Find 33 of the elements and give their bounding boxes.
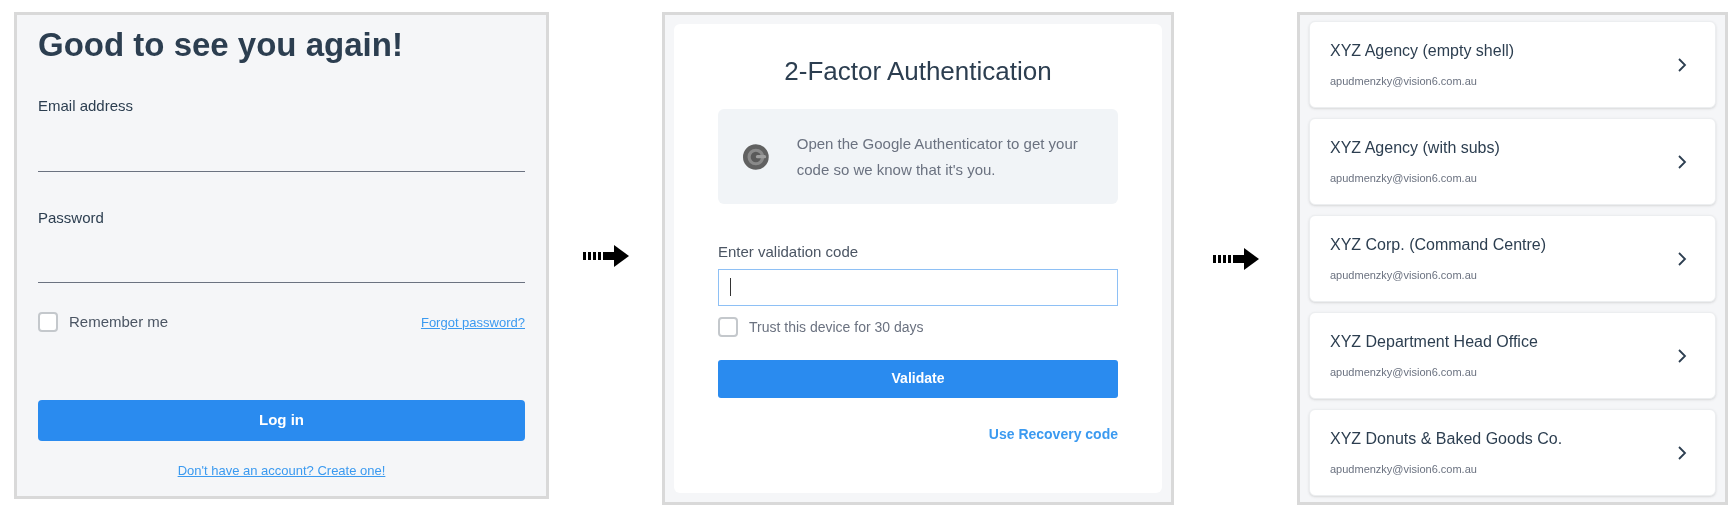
chevron-right-icon [1677, 347, 1687, 364]
account-name: XYZ Agency (with subs) [1330, 138, 1501, 159]
account-email: apudmenzky@vision6.com.au [1330, 365, 1478, 381]
info-text: Open the Google Authenticator to get your code so we know that it's you. [796, 133, 1079, 180]
checkbox[interactable] [38, 312, 58, 333]
chevron-right-icon [1677, 444, 1687, 461]
page-heading: Good to see you again! [38, 28, 404, 61]
account-card[interactable]: XYZ Agency (empty shell) apudmenzky@vision6.com.au [1309, 21, 1716, 108]
field-label: Password [38, 207, 105, 228]
arrow-icon [1212, 247, 1259, 270]
account-card[interactable]: XYZ Agency (with subs) apudmenzky@vision6.com.au [1309, 118, 1716, 205]
account-email: apudmenzky@vision6.com.au [1330, 268, 1478, 284]
account-email: apudmenzky@vision6.com.au [1330, 74, 1478, 90]
checkbox-label: Trust this device for 30 days [749, 317, 924, 337]
account-card[interactable]: XYZ Department Head Office apudmenzky@vision6.com.au [1309, 312, 1716, 399]
checkbox-label: Remember me [69, 312, 169, 332]
field-label: Enter validation code [718, 242, 860, 262]
chevron-right-icon [1677, 56, 1687, 73]
account-name: XYZ Corp. (Command Centre) [1330, 235, 1548, 256]
account-card[interactable]: XYZ Donuts & Baked Goods Co. apudmenzky@vision6.com.au [1309, 409, 1716, 496]
account-email: apudmenzky@vision6.com.au [1330, 462, 1478, 478]
chevron-right-icon [1677, 153, 1687, 170]
checkbox[interactable] [718, 317, 738, 337]
arrow-icon [582, 244, 629, 267]
account-name: XYZ Department Head Office [1330, 332, 1539, 353]
account-name: XYZ Donuts & Baked Goods Co. [1330, 429, 1564, 450]
account-email: apudmenzky@vision6.com.au [1330, 171, 1478, 187]
account-name: XYZ Agency (empty shell) [1330, 41, 1516, 62]
account-card[interactable]: XYZ Corp. (Command Centre) apudmenzky@vision6.com.au [1309, 215, 1716, 302]
code-input-field[interactable] [718, 268, 1118, 306]
card-title: 2-Factor Authentication [784, 58, 1052, 84]
field-label: Email address [38, 96, 135, 116]
chevron-right-icon [1677, 250, 1687, 267]
